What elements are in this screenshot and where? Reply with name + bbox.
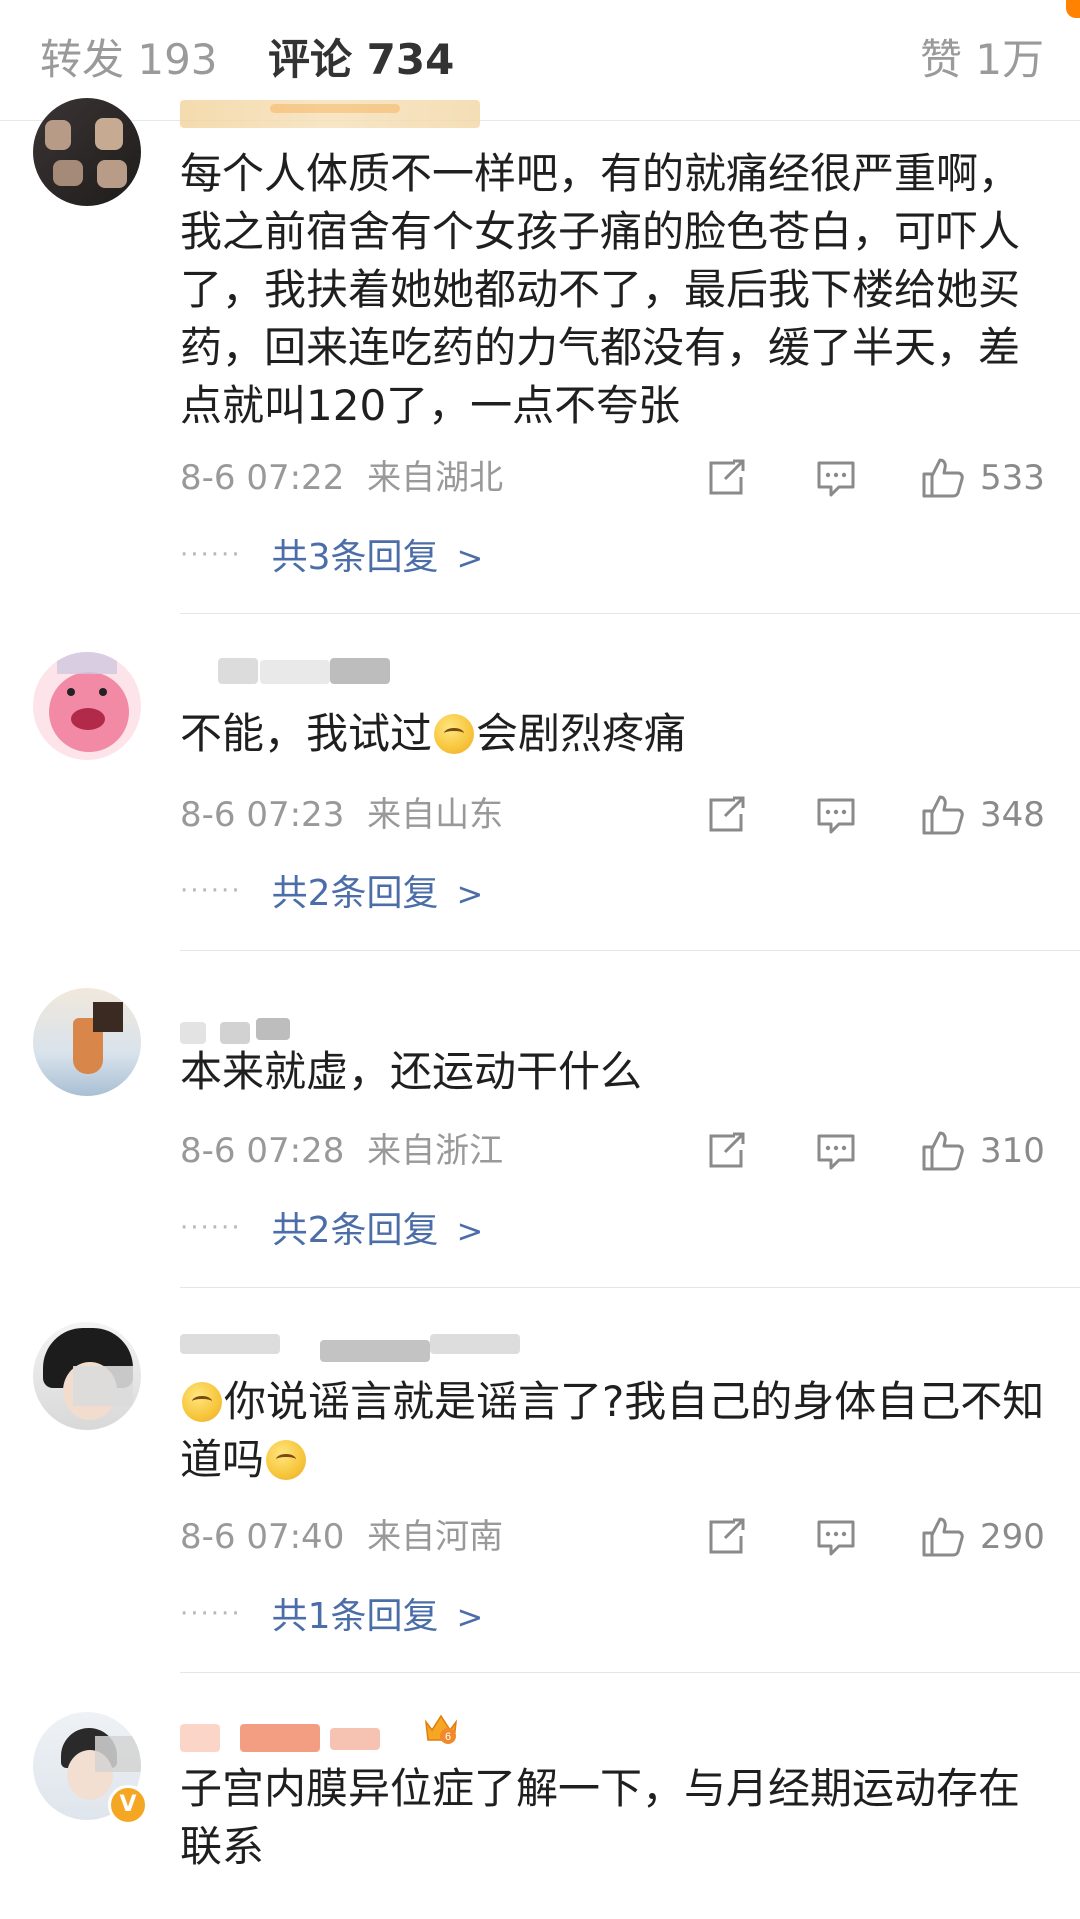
like-count: 348 [980,795,1045,835]
repost-button[interactable] [705,1126,747,1176]
divider [180,613,1080,614]
repost-icon [709,459,745,495]
comment-location: 来自山东 [367,795,504,835]
weibo-comments-screen: 转发 193 评论 734 赞 1万 每个人体质不一样吧，有的就痛经很严重啊，我… [0,0,1080,1919]
like-button[interactable]: 290 [920,1512,1045,1562]
comment-meta: 8-6 07:22 来自湖北 [180,453,503,503]
repost-button[interactable] [705,453,747,503]
comment-icon [817,1520,855,1556]
comment-icon [817,1134,855,1170]
like-icon [922,795,964,835]
comment-time: 8-6 07:23 [180,795,345,835]
view-replies-link[interactable]: ······ 共2条回复 > [180,866,483,919]
view-replies-link[interactable]: ······ 共2条回复 > [180,1203,483,1256]
reply-count: 共2条回复 [271,1210,439,1251]
avatar[interactable] [33,988,141,1096]
comment-meta: 8-6 07:40 来自河南 [180,1512,503,1562]
avatar[interactable] [33,98,141,206]
crown-level: 6 [445,1731,451,1743]
like-count: 290 [980,1517,1045,1557]
dots-decoration: ······ [180,540,242,570]
comment-button[interactable] [815,1512,857,1562]
comment-icon [817,461,855,497]
like-icon [922,458,964,498]
username-blurred[interactable] [180,1334,520,1366]
like-count: 310 [980,1131,1045,1171]
like-count: 533 [980,458,1045,498]
comment-location: 来自浙江 [367,1131,504,1171]
comment-icon [817,798,855,834]
divider [180,1287,1080,1288]
comment-time: 8-6 07:22 [180,458,345,498]
repost-icon [709,1518,745,1554]
tab-repost[interactable]: 转发 193 [40,30,218,90]
avatar[interactable] [33,652,141,760]
chevron-right-icon: > [456,1598,484,1636]
comment-button[interactable] [815,453,857,503]
reply-count: 共1条回复 [271,1596,439,1637]
comment-meta: 8-6 07:23 来自山东 [180,790,503,840]
comment-text: 子宫内膜异位症了解一下，与月经期运动存在联系 [180,1764,1021,1871]
comment-text-part: 会剧烈疼痛 [476,709,687,758]
view-replies-link[interactable]: ······ 共3条回复 > [180,530,483,583]
crown-icon: 6 [424,1714,458,1744]
tab-likes[interactable]: 赞 1万 [920,30,1044,90]
chevron-right-icon: > [456,539,484,577]
username-blurred[interactable] [180,100,480,132]
verified-icon: V [108,1785,148,1825]
repost-icon [709,1132,745,1168]
comment-meta: 8-6 07:28 来自浙江 [180,1126,503,1176]
repost-icon [709,796,745,832]
laugh-emoji-icon [266,1440,307,1480]
like-icon [922,1131,964,1171]
comment-button[interactable] [815,790,857,840]
corner-accent [1066,0,1080,18]
view-replies-link[interactable]: ······ 共1条回复 > [180,1589,483,1642]
reply-count: 共3条回复 [271,537,439,578]
divider [180,1672,1080,1673]
comment-button[interactable] [815,1126,857,1176]
comment-text: 每个人体质不一样吧，有的就痛经很严重啊，我之前宿舍有个女孩子痛的脸色苍白，可吓人… [180,149,1021,430]
comment-text: 不能，我试过 会剧烈疼痛 [180,705,1060,763]
divider [180,950,1080,951]
reply-count: 共2条回复 [271,873,439,914]
username-blurred[interactable] [180,658,390,690]
chevron-right-icon: > [456,875,484,913]
comment-text-part: 不能，我试过 [180,709,433,758]
smile-emoji-icon [434,714,475,754]
dots-decoration: ······ [180,876,242,906]
repost-button[interactable] [705,1512,747,1562]
comment-time: 8-6 07:40 [180,1517,345,1557]
dots-decoration: ······ [180,1213,242,1243]
like-icon [922,1517,964,1557]
comment-text: 本来就虚，还运动干什么 [180,1047,643,1096]
repost-button[interactable] [705,790,747,840]
comment-location: 来自湖北 [367,458,504,498]
comment-text-part: 你说谣言就是谣言了?我自己的身体自己不知道吗 [180,1377,1045,1484]
like-button[interactable]: 310 [920,1126,1045,1176]
comment-location: 来自河南 [367,1517,504,1557]
chevron-right-icon: > [456,1212,484,1250]
avatar[interactable] [33,1322,141,1430]
tab-bar: 转发 193 评论 734 赞 1万 [0,0,1080,121]
comment-text: 你说谣言就是谣言了?我自己的身体自己不知道吗 [180,1373,1060,1489]
smirk-emoji-icon [182,1382,222,1422]
like-button[interactable]: 348 [920,790,1045,840]
like-button[interactable]: 533 [920,453,1045,503]
tab-comments[interactable]: 评论 734 [268,30,454,90]
comment-time: 8-6 07:28 [180,1131,345,1171]
dots-decoration: ······ [180,1599,242,1629]
